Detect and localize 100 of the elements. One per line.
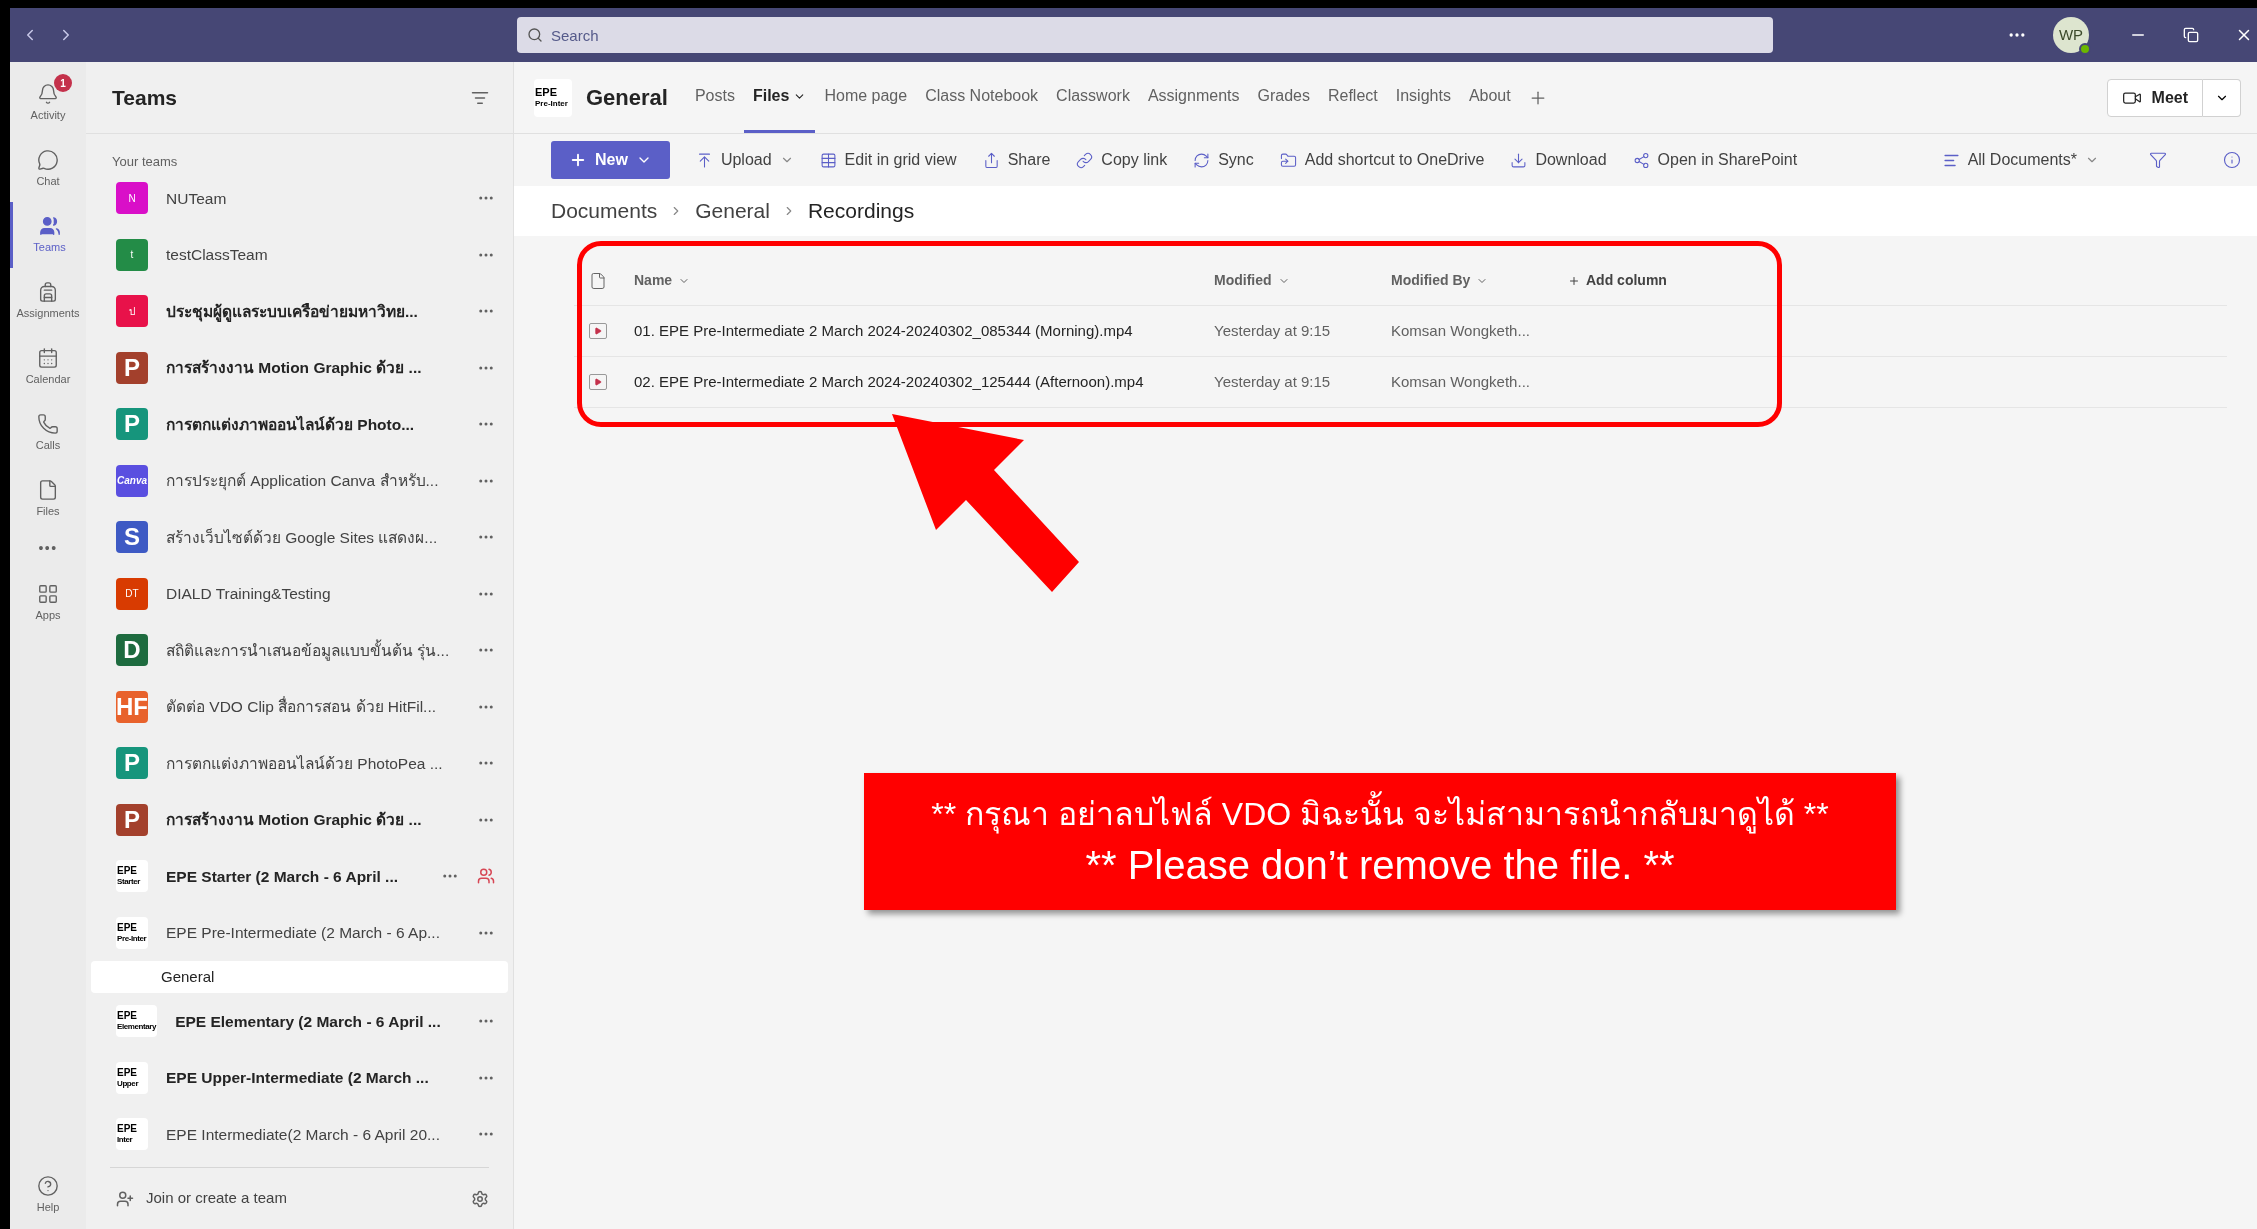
- toolbar-button[interactable]: Share: [982, 148, 1051, 172]
- team-name: NUTeam: [166, 188, 228, 209]
- team-name: การสร้างงาน Motion Graphic ด้วย ...: [166, 810, 423, 831]
- toolbar-button[interactable]: Add shortcut to OneDrive: [1279, 148, 1485, 172]
- team-item[interactable]: Canva การประยุกต์ Application Canva สำหรับ...: [86, 452, 513, 509]
- toolbar-button[interactable]: Download: [1510, 148, 1607, 172]
- team-item[interactable]: P การสร้างงาน Motion Graphic ด้วย ...: [86, 339, 513, 396]
- file-name[interactable]: 01. EPE Pre-Intermediate 2 March 2024-20240302_085344 (Morning).mp4: [624, 319, 1214, 343]
- rail-item[interactable]: Calls: [10, 400, 86, 466]
- rail-item[interactable]: Calendar: [10, 334, 86, 400]
- team-item[interactable]: P การตกแต่งภาพออนไลน์ด้วย PhotoPea ...: [86, 735, 513, 792]
- file-icon: [37, 478, 59, 501]
- toolbar-button[interactable]: Upload: [695, 148, 794, 172]
- channel-tab[interactable]: Files: [743, 62, 816, 133]
- toolbar-button[interactable]: Open in SharePoint: [1632, 148, 1798, 172]
- team-avatar: P: [116, 408, 148, 441]
- share-icon: [982, 151, 1000, 169]
- phone-icon: [37, 412, 59, 435]
- info-icon[interactable]: [2223, 151, 2241, 169]
- join-team-button[interactable]: Join or create a team: [116, 1187, 287, 1210]
- file-row[interactable]: 01. EPE Pre-Intermediate 2 March 2024-20240302_085344 (Morning).mp4 Yesterday at 9:15 Komsan Wongketh...: [574, 306, 2227, 357]
- channel-tab[interactable]: About: [1459, 62, 1520, 133]
- team-logo: EPE Pre-Inter: [534, 78, 572, 117]
- add-column-button[interactable]: Add column: [1568, 270, 1667, 291]
- restore-icon[interactable]: [2183, 27, 2199, 43]
- rail-item[interactable]: Files: [10, 466, 86, 532]
- team-item[interactable]: EPE Inter EPE Intermediate(2 March - 6 April 20...: [86, 1106, 513, 1163]
- team-name: ประชุมผู้ดูแลระบบเครือข่ายมหาวิทย...: [166, 301, 419, 323]
- notification-badge: 1: [54, 74, 72, 92]
- file-name[interactable]: 02. EPE Pre-Intermediate 2 March 2024-20240302_125444 (Afternoon).mp4: [624, 370, 1214, 394]
- channel-tab[interactable]: Assignments: [1138, 62, 1249, 133]
- toolbar-button[interactable]: Copy link: [1076, 148, 1168, 172]
- rail-item[interactable]: Apps: [35, 573, 61, 633]
- team-item[interactable]: EPE Upper EPE Upper-Intermediate (2 March ...: [86, 1049, 513, 1106]
- team-avatar: Canva: [116, 464, 148, 497]
- team-name: EPE Starter (2 March - 6 April ...: [166, 866, 399, 887]
- user-avatar[interactable]: WP: [2053, 17, 2089, 53]
- video-file-icon: [589, 374, 607, 390]
- team-item[interactable]: HF ตัดต่อ VDO Clip สื่อการสอน ด้วย HitFil...: [86, 678, 513, 735]
- search-field[interactable]: Search: [517, 17, 1773, 53]
- breadcrumb-item[interactable]: Documents: [551, 195, 658, 227]
- column-header[interactable]: Name: [634, 270, 673, 291]
- team-item[interactable]: D สถิติและการนำเสนอข้อมูลแบบขั้นต้น รุ่น...: [86, 622, 513, 679]
- channel-tab[interactable]: Home page: [815, 62, 917, 133]
- search-icon: [527, 27, 543, 43]
- team-name: EPE Pre-Intermediate (2 March - 6 Ap...: [166, 923, 441, 944]
- channel-tab[interactable]: Reflect: [1318, 62, 1387, 133]
- team-name: DIALD Training&Testing: [166, 584, 332, 605]
- team-name: testClassTeam: [166, 245, 269, 266]
- team-item[interactable]: EPE Pre-Inter EPE Pre-Intermediate (2 March - 6 Ap...: [86, 904, 513, 961]
- team-item[interactable]: N NUTeam: [86, 170, 513, 227]
- channel-tab[interactable]: Insights: [1386, 62, 1460, 133]
- download-icon: [1510, 151, 1528, 169]
- team-avatar: t: [116, 238, 148, 271]
- team-item[interactable]: P การตกแต่งภาพออนไลน์ด้วย Photo...: [86, 396, 513, 453]
- channel-item[interactable]: General: [91, 961, 508, 993]
- channel-tab[interactable]: Classwork: [1047, 62, 1139, 133]
- team-item[interactable]: S สร้างเว็บไซต์ด้วย Google Sites แสดงผ...: [86, 509, 513, 566]
- status-icon: [2079, 43, 2091, 55]
- file-type-icon: [589, 271, 607, 290]
- channel-tab[interactable]: Class Notebook: [916, 62, 1048, 133]
- team-item[interactable]: DT DIALD Training&Testing: [86, 565, 513, 622]
- team-name: การตกแต่งภาพออนไลน์ด้วย Photo...: [166, 414, 416, 435]
- team-avatar: ป: [116, 295, 148, 328]
- team-item[interactable]: EPE Elementary EPE Elementary (2 March - 6 April ...: [86, 993, 513, 1050]
- filter-icon[interactable]: [2149, 151, 2167, 169]
- settings-icon[interactable]: [471, 1189, 489, 1208]
- team-name: สถิติและการนำเสนอข้อมูลแบบขั้นต้น รุ่น...: [166, 638, 451, 662]
- rail-item[interactable]: Chat: [10, 136, 86, 202]
- banner-text: ** กรุณา อย่าลบไฟล์ VDO มิฉะนั้น จะไม่สามารถนำกลับมาดูได้ **: [931, 793, 1829, 836]
- more-apps-button[interactable]: •••: [38, 538, 58, 559]
- team-avatar: P: [116, 351, 148, 384]
- sharepoint-icon: [1632, 151, 1650, 169]
- team-item[interactable]: t testClassTeam: [86, 226, 513, 283]
- meet-button[interactable]: Meet: [2106, 78, 2203, 117]
- toolbar-button[interactable]: Edit in grid view: [819, 148, 957, 172]
- modified-by-cell-text: Komsan Wongketh...: [1391, 320, 1531, 341]
- breadcrumb-item[interactable]: General: [695, 195, 770, 227]
- file-row[interactable]: 02. EPE Pre-Intermediate 2 March 2024-20240302_125444 (Afternoon).mp4 Yesterday at 9:15 Komsan Wongketh...: [574, 357, 2227, 408]
- new-button[interactable]: New: [551, 141, 670, 179]
- team-avatar: DT: [116, 577, 148, 610]
- rail-item[interactable]: Help: [36, 1165, 60, 1225]
- team-item[interactable]: P การสร้างงาน Motion Graphic ด้วย ...: [86, 791, 513, 848]
- channel-title: General: [586, 84, 668, 112]
- rail-item[interactable]: Activity 1: [10, 70, 86, 136]
- team-item[interactable]: EPE Starter EPE Starter (2 March - 6 April ...: [86, 848, 513, 905]
- view-selector[interactable]: All Documents*: [1942, 148, 2099, 172]
- modified-cell-text: Yesterday at 9:15: [1214, 371, 1332, 392]
- column-header[interactable]: Modified By: [1391, 270, 1471, 291]
- channel-tab[interactable]: Posts: [685, 62, 744, 133]
- team-avatar: EPE Inter: [116, 1118, 148, 1151]
- toolbar-button[interactable]: Sync: [1193, 148, 1254, 172]
- help-icon: [37, 1174, 59, 1197]
- column-header[interactable]: Modified: [1214, 270, 1272, 291]
- channel-tab[interactable]: Grades: [1248, 62, 1319, 133]
- people-icon: [38, 214, 61, 237]
- link-icon: [1076, 151, 1094, 169]
- rail-item[interactable]: Assignments: [10, 268, 86, 334]
- apps-icon: [37, 582, 59, 605]
- team-item[interactable]: ป ประชุมผู้ดูแลระบบเครือข่ายมหาวิทย...: [86, 283, 513, 340]
